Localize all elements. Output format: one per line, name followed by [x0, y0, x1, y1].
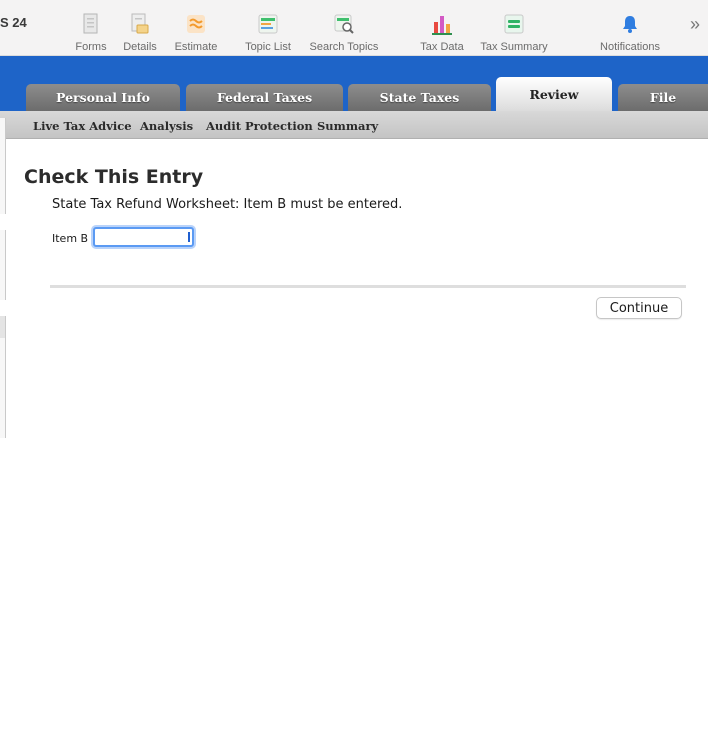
tab-review[interactable]: Review — [496, 77, 612, 111]
bell-icon — [618, 12, 642, 36]
section-tab-bar: Personal Info Federal Taxes State Taxes … — [0, 56, 708, 111]
continue-button[interactable]: Continue — [596, 297, 682, 319]
left-panel-edge — [0, 316, 6, 338]
notifications-button[interactable]: Notifications — [596, 12, 664, 54]
left-panel-edge — [0, 230, 6, 300]
estimate-button[interactable]: Estimate — [172, 12, 220, 54]
forms-icon — [79, 12, 103, 36]
app-title: S 24 — [0, 15, 27, 30]
tax-summary-icon — [502, 12, 526, 36]
forms-button[interactable]: Forms — [74, 12, 108, 54]
topic-list-icon — [256, 12, 280, 36]
page-title: Check This Entry — [24, 166, 204, 188]
tab-state-taxes[interactable]: State Taxes — [348, 84, 491, 111]
subnav-summary[interactable]: Summary — [317, 119, 378, 133]
toolbar-overflow-icon[interactable]: » — [690, 14, 700, 35]
sub-navigation: Live Tax Advice Analysis Audit Protectio… — [0, 111, 708, 139]
subnav-analysis[interactable]: Analysis — [140, 119, 193, 133]
item-b-label: Item B — [52, 232, 89, 245]
left-panel-edge — [0, 118, 6, 214]
tab-federal-taxes[interactable]: Federal Taxes — [186, 84, 343, 111]
details-button[interactable]: Details — [122, 12, 158, 54]
divider — [50, 285, 686, 288]
subnav-audit-protection[interactable]: Audit Protection — [206, 119, 313, 133]
tax-data-icon — [430, 12, 454, 36]
search-topics-button[interactable]: Search Topics — [305, 12, 383, 54]
details-icon — [128, 12, 152, 36]
tab-file[interactable]: File — [618, 84, 708, 111]
item-b-input[interactable] — [93, 227, 194, 247]
estimate-icon — [184, 12, 208, 36]
left-panel-edge — [0, 338, 6, 438]
app-window: S 24 Forms Details Estimate Topic List S… — [0, 0, 708, 735]
tax-data-button[interactable]: Tax Data — [418, 12, 466, 54]
tax-summary-button[interactable]: Tax Summary — [478, 12, 550, 54]
text-cursor — [188, 232, 190, 242]
toolbar: S 24 Forms Details Estimate Topic List S… — [0, 0, 708, 56]
tab-personal-info[interactable]: Personal Info — [26, 84, 180, 111]
search-topics-icon — [332, 12, 356, 36]
subnav-live-tax-advice[interactable]: Live Tax Advice — [33, 119, 132, 133]
error-message: State Tax Refund Worksheet: Item B must … — [52, 197, 403, 212]
topic-list-button[interactable]: Topic List — [240, 12, 296, 54]
